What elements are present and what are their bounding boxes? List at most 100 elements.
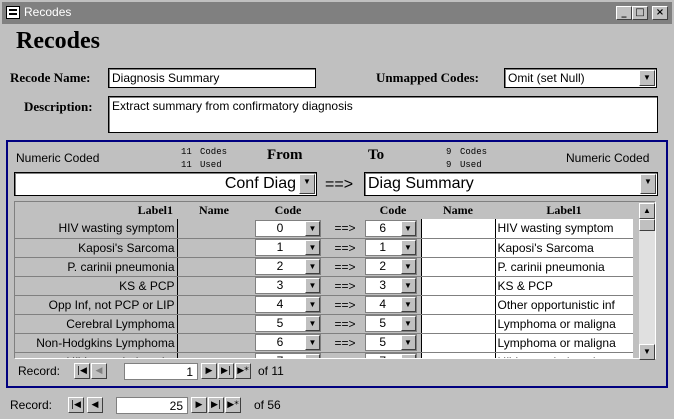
to-code-cell[interactable]: 5 ▼ — [365, 333, 421, 353]
table-row[interactable]: HIV encephalopathy7▼==>7▼HIV encephalopa… — [15, 352, 633, 358]
from-code-cell[interactable]: 4 ▼ — [251, 295, 325, 315]
to-code-select[interactable]: 7▼ — [365, 353, 417, 358]
chevron-down-icon[interactable]: ▼ — [400, 316, 416, 331]
to-name-cell[interactable] — [420, 314, 496, 334]
close-button[interactable]: × — [652, 6, 668, 20]
chevron-down-icon[interactable]: ▼ — [305, 240, 320, 255]
chevron-down-icon[interactable]: ▼ — [400, 259, 416, 274]
to-name-cell[interactable] — [420, 352, 496, 358]
to-label-cell[interactable]: KS & PCP — [495, 276, 633, 296]
to-label-cell[interactable]: Kaposi's Sarcoma — [495, 238, 633, 258]
to-code-select[interactable]: 5 ▼ — [365, 334, 417, 351]
from-code-cell[interactable]: 6 ▼ — [251, 333, 325, 353]
chevron-down-icon[interactable]: ▼ — [640, 174, 656, 194]
to-code-select[interactable]: 2 ▼ — [365, 258, 417, 275]
from-code-cell[interactable]: 2 ▼ — [251, 257, 325, 277]
from-code-cell[interactable]: 7▼ — [251, 352, 325, 358]
previous-record-icon[interactable]: ◀ — [87, 397, 103, 413]
to-name-cell[interactable] — [420, 295, 496, 315]
to-code-select[interactable]: 1 ▼ — [365, 239, 417, 256]
from-name-cell[interactable] — [176, 295, 251, 315]
last-record-icon[interactable]: ▶| — [208, 397, 224, 413]
from-label-cell[interactable]: Opp Inf, not PCP or LIP — [15, 295, 177, 315]
from-name-cell[interactable] — [176, 219, 251, 239]
to-label-cell[interactable]: Lymphoma or maligna — [495, 333, 633, 353]
chevron-down-icon[interactable]: ▼ — [305, 297, 320, 312]
to-variable-select[interactable]: Diag Summary ▼ — [364, 172, 658, 196]
record-number-input[interactable]: 1 — [124, 363, 198, 380]
from-name-cell[interactable] — [176, 352, 251, 358]
from-label-cell[interactable]: Non-Hodgkins Lymphoma — [15, 333, 177, 353]
from-code-select[interactable]: 2 ▼ — [255, 258, 321, 275]
chevron-down-icon[interactable]: ▼ — [400, 354, 416, 358]
record-number-input[interactable]: 25 — [116, 397, 188, 414]
previous-record-icon[interactable]: ◀ — [91, 363, 107, 379]
from-code-select[interactable]: 4 ▼ — [255, 296, 321, 313]
table-row[interactable]: KS & PCP 3 ▼ ==> 3 ▼ KS & PCP — [15, 276, 633, 296]
new-record-icon[interactable]: ▶* — [235, 363, 251, 379]
to-name-cell[interactable] — [420, 257, 496, 277]
to-label-cell[interactable]: HIV wasting symptom — [495, 219, 633, 239]
description-field[interactable]: Extract summary from confirmatory diagno… — [108, 96, 658, 133]
from-name-cell[interactable] — [176, 257, 251, 277]
first-record-icon[interactable]: |◀ — [68, 397, 84, 413]
table-row[interactable]: Opp Inf, not PCP or LIP 4 ▼ ==> 4 ▼ Other oppo… — [15, 295, 633, 315]
new-record-icon[interactable]: ▶* — [225, 397, 241, 413]
chevron-down-icon[interactable]: ▼ — [400, 278, 416, 293]
to-code-select[interactable]: 6 ▼ — [365, 219, 417, 237]
from-name-cell[interactable] — [176, 333, 251, 353]
from-code-select[interactable]: 0 ▼ — [255, 219, 321, 237]
chevron-down-icon[interactable]: ▼ — [400, 335, 416, 350]
to-code-cell[interactable]: 2 ▼ — [365, 257, 421, 277]
from-code-select[interactable]: 7▼ — [255, 353, 321, 358]
from-label-cell[interactable]: KS & PCP — [15, 276, 177, 296]
table-row[interactable]: Cerebral Lymphoma 5 ▼ ==> 5 ▼ Lymphoma or mali… — [15, 314, 633, 334]
chevron-down-icon[interactable]: ▼ — [305, 259, 320, 274]
chevron-down-icon[interactable]: ▼ — [305, 220, 320, 236]
chevron-down-icon[interactable]: ▼ — [639, 70, 655, 86]
to-label-cell[interactable]: Lymphoma or maligna — [495, 314, 633, 334]
from-code-select[interactable]: 5 ▼ — [255, 315, 321, 332]
from-label-cell[interactable]: P. carinii pneumonia — [15, 257, 177, 277]
from-label-cell[interactable]: Kaposi's Sarcoma — [15, 238, 177, 258]
title-bar[interactable]: Recodes _ □ × — [2, 2, 672, 24]
to-name-cell[interactable] — [420, 333, 496, 353]
from-code-select[interactable]: 3 ▼ — [255, 277, 321, 294]
minimize-button[interactable]: _ — [616, 6, 632, 20]
from-label-cell[interactable]: HIV encephalopathy — [15, 352, 177, 358]
from-code-select[interactable]: 6 ▼ — [255, 334, 321, 351]
to-code-select[interactable]: 5 ▼ — [365, 315, 417, 332]
chevron-down-icon[interactable]: ▼ — [305, 316, 320, 331]
to-label-cell[interactable]: HIV encephalopathy — [495, 352, 633, 358]
to-code-cell[interactable]: 4 ▼ — [365, 295, 421, 315]
table-row[interactable]: P. carinii pneumonia 2 ▼ ==> 2 ▼ P. carinii pn… — [15, 257, 633, 277]
from-name-cell[interactable] — [176, 276, 251, 296]
from-name-cell[interactable] — [176, 238, 251, 258]
from-code-cell[interactable]: 1 ▼ — [251, 238, 325, 258]
maximize-button[interactable]: □ — [632, 6, 648, 20]
to-name-cell[interactable] — [420, 238, 496, 258]
from-label-cell[interactable]: HIV wasting symptom — [15, 219, 177, 239]
from-variable-select[interactable]: Conf Diag ▼ — [14, 172, 317, 196]
last-record-icon[interactable]: ▶| — [218, 363, 234, 379]
chevron-down-icon[interactable]: ▼ — [400, 297, 416, 312]
chevron-down-icon[interactable]: ▼ — [400, 220, 416, 236]
vertical-scrollbar[interactable]: ▲ ▼ — [639, 203, 655, 360]
to-code-select[interactable]: 3 ▼ — [365, 277, 417, 294]
scroll-thumb[interactable] — [639, 219, 655, 231]
table-row[interactable]: Kaposi's Sarcoma 1 ▼ ==> 1 ▼ Kaposi's Sarcoma — [15, 238, 633, 258]
scroll-down-icon[interactable]: ▼ — [639, 344, 655, 360]
chevron-down-icon[interactable]: ▼ — [305, 354, 320, 358]
to-name-cell[interactable] — [420, 276, 496, 296]
to-label-cell[interactable]: P. carinii pneumonia — [495, 257, 633, 277]
chevron-down-icon[interactable]: ▼ — [400, 240, 416, 255]
to-name-cell[interactable] — [420, 219, 496, 239]
table-row[interactable]: Non-Hodgkins Lymphoma 6 ▼ ==> 5 ▼ Lymphoma or … — [15, 333, 633, 353]
from-code-select[interactable]: 1 ▼ — [255, 239, 321, 256]
to-label-cell[interactable]: Other opportunistic inf — [495, 295, 633, 315]
chevron-down-icon[interactable]: ▼ — [305, 335, 320, 350]
from-name-cell[interactable] — [176, 314, 251, 334]
from-label-cell[interactable]: Cerebral Lymphoma — [15, 314, 177, 334]
next-record-icon[interactable]: ▶ — [191, 397, 207, 413]
to-code-select[interactable]: 4 ▼ — [365, 296, 417, 313]
